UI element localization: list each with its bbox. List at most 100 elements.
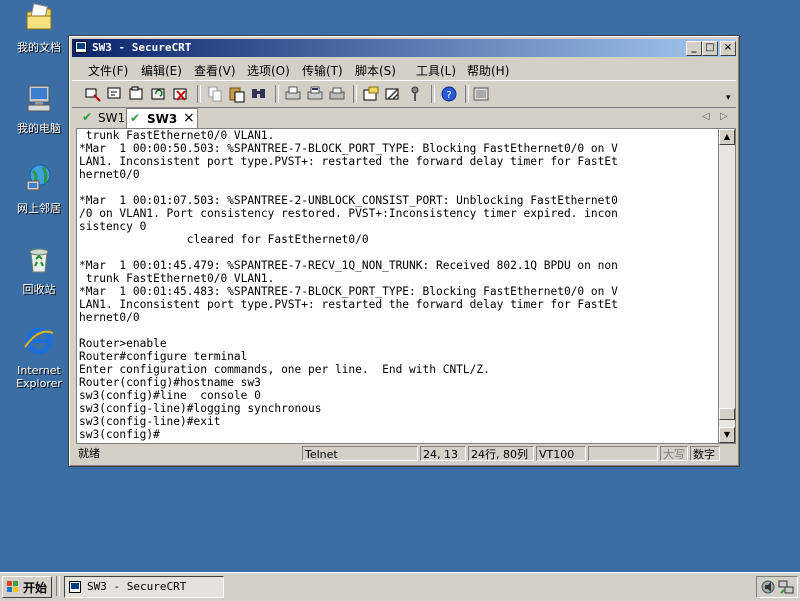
terminal-line: LAN1. Inconsistent port type.PVST+: rest… [79, 298, 618, 311]
desktop-icon-network-places[interactable]: 网上邻居 [3, 163, 75, 215]
my-computer-icon [27, 85, 51, 112]
terminal-line: /0 on VLAN1. Port consistency restored. … [79, 207, 618, 220]
terminal-line: Enter configuration commands, one per li… [79, 363, 490, 376]
keymap-icon[interactable] [406, 85, 424, 103]
menu-edit[interactable]: 编辑(E) [141, 62, 182, 79]
terminal-screen[interactable]: trunk FastEthernet0/0 VLAN1. *Mar 1 00:0… [76, 128, 719, 444]
start-label: 开始 [23, 581, 48, 595]
status-emulation: VT100 [536, 446, 586, 461]
status-caps: 大写 [660, 446, 688, 461]
network-places-icon [26, 164, 51, 191]
terminal-line: trunk FastEthernet0/0 VLAN1. [79, 272, 275, 285]
global-options-icon[interactable] [384, 85, 402, 103]
terminal-line: Router#configure terminal [79, 350, 248, 363]
terminal-line: Router(config)#hostname sw3 [79, 376, 261, 389]
terminal-line: sistency 0 [79, 220, 147, 233]
terminal-line: Router>enable [79, 337, 167, 350]
disconnect-icon[interactable] [172, 85, 190, 103]
internet-explorer-icon [24, 327, 54, 355]
terminal-line: hernet0/0 [79, 168, 140, 181]
screenshot-icon[interactable] [472, 85, 490, 103]
scroll-down-icon[interactable]: ▼ [719, 427, 735, 443]
terminal-line: *Mar 1 00:01:45.479: %SPANTREE-7-RECV_1Q… [79, 259, 618, 272]
status-cursor: 24, 13 [420, 446, 466, 461]
toolbar-separator [465, 85, 469, 103]
terminal-line: sw3(config-line)#exit [79, 415, 221, 428]
close-button[interactable]: × [720, 41, 736, 56]
menu-bar: 文件(F) 编辑(E) 查看(V) 选项(O) 传输(T) 脚本(S) 工具(L… [72, 59, 736, 79]
menu-view[interactable]: 查看(V) [194, 62, 236, 79]
vertical-scrollbar[interactable]: ▲ ▼ [718, 128, 736, 444]
terminal-line: trunk FastEthernet0/0 VLAN1. [79, 129, 275, 142]
taskbar-item-securecrt[interactable]: SW3 - SecureCRT [64, 576, 224, 598]
status-ready: 就绪 [78, 447, 100, 460]
toolbar-separator [275, 85, 279, 103]
connected-check-icon: ✔ [82, 110, 93, 124]
maximize-button[interactable]: □ [702, 41, 718, 56]
terminal-line: *Mar 1 00:01:07.503: %SPANTREE-2-UNBLOCK… [79, 194, 618, 207]
terminal-line: sw3(config)#line console 0 [79, 389, 261, 402]
desktop-icon-label-line1: Internet [17, 364, 61, 377]
help-icon[interactable]: ? [440, 85, 458, 103]
close-icon: × [723, 42, 733, 53]
svg-text:?: ? [446, 90, 451, 101]
status-protocol: Telnet [302, 446, 418, 461]
print-setup-icon[interactable] [328, 85, 346, 103]
toolbar-overflow-icon[interactable]: ▾ [726, 93, 731, 103]
desktop-icon-internet-explorer[interactable]: Internet Explorer [3, 325, 75, 390]
session-options-icon[interactable] [362, 85, 380, 103]
menu-file[interactable]: 文件(F) [88, 62, 128, 79]
terminal-line: *Mar 1 00:01:45.483: %SPANTREE-7-BLOCK_P… [79, 285, 618, 298]
scroll-up-icon[interactable]: ▲ [719, 129, 735, 145]
menu-transfer[interactable]: 传输(T) [302, 62, 343, 79]
find-icon[interactable] [250, 85, 268, 103]
desktop-icon-label-line2: Explorer [16, 377, 62, 390]
status-bar: 就绪 Telnet 24, 13 24行, 80列 VT100 大写 数字 [72, 445, 736, 463]
status-size: 24行, 80列 [468, 446, 534, 461]
session-tabs: ✔ SW1 ✔ SW3 × ◁ ▷ [72, 108, 736, 128]
toolbar-separator [197, 85, 201, 103]
title-bar[interactable]: SW3 - SecureCRT _ □ × [72, 39, 736, 57]
quick-connect-icon[interactable] [106, 85, 124, 103]
desktop-icon-my-documents[interactable]: 我的文档 [3, 2, 75, 54]
desktop-icon-my-computer[interactable]: 我的电脑 [3, 83, 75, 135]
tab-prev-icon[interactable]: ◁ [702, 111, 710, 122]
menu-options[interactable]: 选项(O) [247, 62, 290, 79]
taskbar: 开始 SW3 - SecureCRT [0, 572, 800, 601]
reconnect-icon[interactable] [150, 85, 168, 103]
tab-sw3[interactable]: ✔ SW3 × [126, 108, 198, 128]
print-icon[interactable] [284, 85, 302, 103]
menu-help[interactable]: 帮助(H) [467, 62, 509, 79]
tab-sw1[interactable]: ✔ SW1 [78, 110, 126, 126]
tab-label: SW1 [98, 111, 126, 125]
network-status-icon[interactable] [778, 579, 794, 595]
connect-icon[interactable] [84, 85, 102, 103]
minimize-button[interactable]: _ [686, 41, 702, 56]
terminal-line: LAN1. Inconsistent port type.PVST+: rest… [79, 155, 618, 168]
terminal-output: trunk FastEthernet0/0 VLAN1. *Mar 1 00:0… [79, 129, 618, 441]
menu-tools[interactable]: 工具(L) [416, 62, 456, 79]
terminal-line: sw3(config)# [79, 428, 160, 441]
connect-tab-icon[interactable] [128, 85, 146, 103]
print-selection-icon[interactable] [306, 85, 324, 103]
toolbar-separator [431, 85, 435, 103]
start-button[interactable]: 开始 [2, 576, 52, 598]
desktop-icon-label: 网上邻居 [17, 202, 61, 215]
securecrt-app-icon [75, 41, 87, 53]
terminal-line: hernet0/0 [79, 311, 140, 324]
tab-close-icon[interactable]: × [183, 110, 195, 126]
menu-script[interactable]: 脚本(S) [355, 62, 396, 79]
terminal-line: cleared for FastEthernet0/0 [79, 233, 369, 246]
scroll-thumb[interactable] [719, 407, 735, 420]
desktop-icon-label: 回收站 [22, 283, 56, 296]
minimize-icon: _ [691, 42, 697, 53]
copy-icon[interactable] [206, 85, 224, 103]
connected-check-icon: ✔ [130, 111, 141, 125]
volume-icon[interactable] [760, 579, 776, 595]
paste-icon[interactable] [228, 85, 246, 103]
desktop-icon-recycle-bin[interactable]: 回收站 [3, 244, 75, 296]
taskbar-separator [56, 576, 60, 596]
terminal-line: *Mar 1 00:00:50.503: %SPANTREE-7-BLOCK_P… [79, 142, 618, 155]
tab-next-icon[interactable]: ▷ [720, 111, 728, 122]
securecrt-app-icon [69, 581, 81, 593]
